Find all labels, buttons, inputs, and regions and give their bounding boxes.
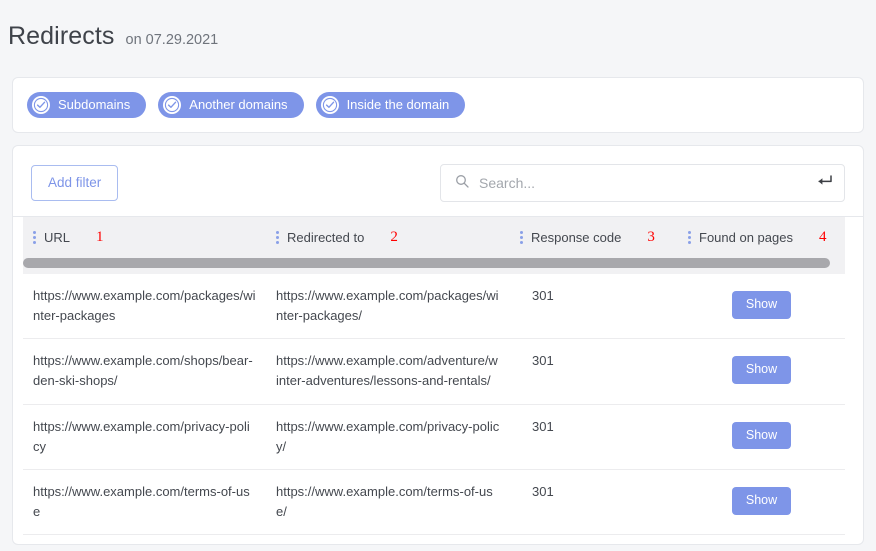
pill-label: Inside the domain bbox=[346, 97, 450, 112]
column-label: Redirected to bbox=[287, 230, 365, 245]
drag-handle-icon[interactable] bbox=[23, 231, 36, 244]
add-filter-button[interactable]: Add filter bbox=[31, 165, 119, 201]
page-subtitle-date: on 07.29.2021 bbox=[125, 32, 219, 48]
search-input[interactable] bbox=[479, 175, 806, 191]
check-circle-icon bbox=[320, 96, 339, 114]
pill-inside-the-domain[interactable]: Inside the domain bbox=[315, 92, 466, 118]
pill-label: Subdomains bbox=[58, 97, 131, 112]
column-header-url[interactable]: URL 1 bbox=[23, 217, 266, 258]
horizontal-scrollbar-track[interactable] bbox=[23, 258, 845, 268]
cell-response-code: 301 bbox=[510, 468, 678, 535]
cell-redirected-to: https://www.example.com/packages/winter-… bbox=[266, 274, 510, 339]
show-button[interactable]: Show bbox=[731, 421, 792, 450]
cell-redirected-to: https://www.example.com/privacy-policy/ bbox=[266, 403, 510, 470]
cell-found-on-pages: Show bbox=[678, 534, 845, 544]
column-header-redirected-to[interactable]: Redirected to 2 bbox=[266, 217, 510, 258]
cell-found-on-pages: Show bbox=[678, 338, 845, 405]
cell-url: https://www.example.com/spring bbox=[23, 534, 266, 544]
drag-handle-icon[interactable] bbox=[678, 231, 691, 244]
scope-pill-row: Subdomains Another domains Inside the do… bbox=[27, 92, 849, 118]
pill-subdomains[interactable]: Subdomains bbox=[27, 92, 147, 118]
cell-response-code: 301 bbox=[510, 338, 678, 405]
cell-url: https://www.example.com/terms-of-use bbox=[23, 468, 266, 535]
search-box[interactable] bbox=[440, 164, 845, 202]
cell-response-code: 301 bbox=[510, 534, 678, 544]
horizontal-scrollbar-thumb[interactable] bbox=[23, 258, 831, 268]
column-header-found-on-pages[interactable]: Found on pages 4 bbox=[678, 217, 845, 258]
drag-handle-icon[interactable] bbox=[510, 231, 523, 244]
table-body: https://www.example.com/packages/winter-… bbox=[23, 274, 845, 544]
page-title: Redirects bbox=[8, 22, 115, 50]
table-toolbar: Add filter bbox=[13, 146, 863, 216]
table-row[interactable]: https://www.example.com/shops/bear-den-s… bbox=[23, 338, 845, 405]
show-button[interactable]: Show bbox=[731, 356, 792, 385]
pill-another-domains[interactable]: Another domains bbox=[158, 92, 304, 118]
cell-redirected-to: https://www.example.com/adventure/winter… bbox=[266, 338, 510, 405]
drag-handle-icon[interactable] bbox=[266, 231, 279, 244]
annotation-number-4: 4 bbox=[818, 229, 827, 245]
cell-redirected-to: https://www.example.com/spring/ bbox=[266, 534, 510, 544]
column-header-response-code[interactable]: Response code 3 bbox=[510, 217, 678, 258]
annotation-number-1: 1 bbox=[96, 229, 104, 245]
cell-response-code: 301 bbox=[510, 274, 678, 339]
cell-redirected-to: https://www.example.com/terms-of-use/ bbox=[266, 468, 510, 535]
table-scroll-region: URL 1 Redirected to 2 Response code 3 Fo… bbox=[13, 216, 863, 544]
cell-url: https://www.example.com/privacy-policy bbox=[23, 403, 266, 470]
pill-label: Another domains bbox=[189, 97, 288, 112]
show-button[interactable]: Show bbox=[731, 291, 792, 319]
check-circle-icon bbox=[32, 96, 50, 114]
check-circle-icon bbox=[163, 96, 182, 114]
table-header: URL 1 Redirected to 2 Response code 3 Fo… bbox=[23, 217, 845, 274]
scope-filter-card: Subdomains Another domains Inside the do… bbox=[12, 77, 864, 133]
cell-found-on-pages: Show bbox=[678, 274, 845, 339]
show-button[interactable]: Show bbox=[731, 486, 792, 515]
annotation-number-3: 3 bbox=[647, 229, 655, 245]
table-row[interactable]: https://www.example.com/packages/winter-… bbox=[23, 274, 845, 339]
cell-found-on-pages: Show bbox=[678, 403, 845, 470]
enter-arrow-icon[interactable] bbox=[816, 174, 832, 193]
redirects-table-card: Add filter Search... URL 1 Redirected to… bbox=[12, 145, 864, 545]
search-container bbox=[440, 164, 845, 202]
search-icon bbox=[455, 174, 469, 193]
table-header-row: URL 1 Redirected to 2 Response code 3 Fo… bbox=[23, 217, 845, 258]
table-row[interactable]: https://www.example.com/spring https://w… bbox=[23, 534, 845, 544]
cell-url: https://www.example.com/packages/winter-… bbox=[23, 274, 266, 339]
annotation-number-2: 2 bbox=[390, 229, 398, 245]
cell-response-code: 301 bbox=[510, 403, 678, 470]
table-row[interactable]: https://www.example.com/terms-of-use htt… bbox=[23, 468, 845, 535]
table-row[interactable]: https://www.example.com/privacy-policy h… bbox=[23, 403, 845, 470]
page-header: Redirects on 07.29.2021 bbox=[0, 0, 876, 51]
redirects-table: URL 1 Redirected to 2 Response code 3 Fo… bbox=[23, 217, 845, 544]
column-label: URL bbox=[44, 230, 71, 245]
column-label: Response code bbox=[531, 230, 622, 245]
horizontal-scrollbar-cell bbox=[23, 258, 845, 274]
column-label: Found on pages bbox=[699, 230, 793, 245]
horizontal-scrollbar-row bbox=[23, 258, 845, 274]
cell-found-on-pages: Show bbox=[678, 468, 845, 535]
cell-url: https://www.example.com/shops/bear-den-s… bbox=[23, 338, 266, 405]
